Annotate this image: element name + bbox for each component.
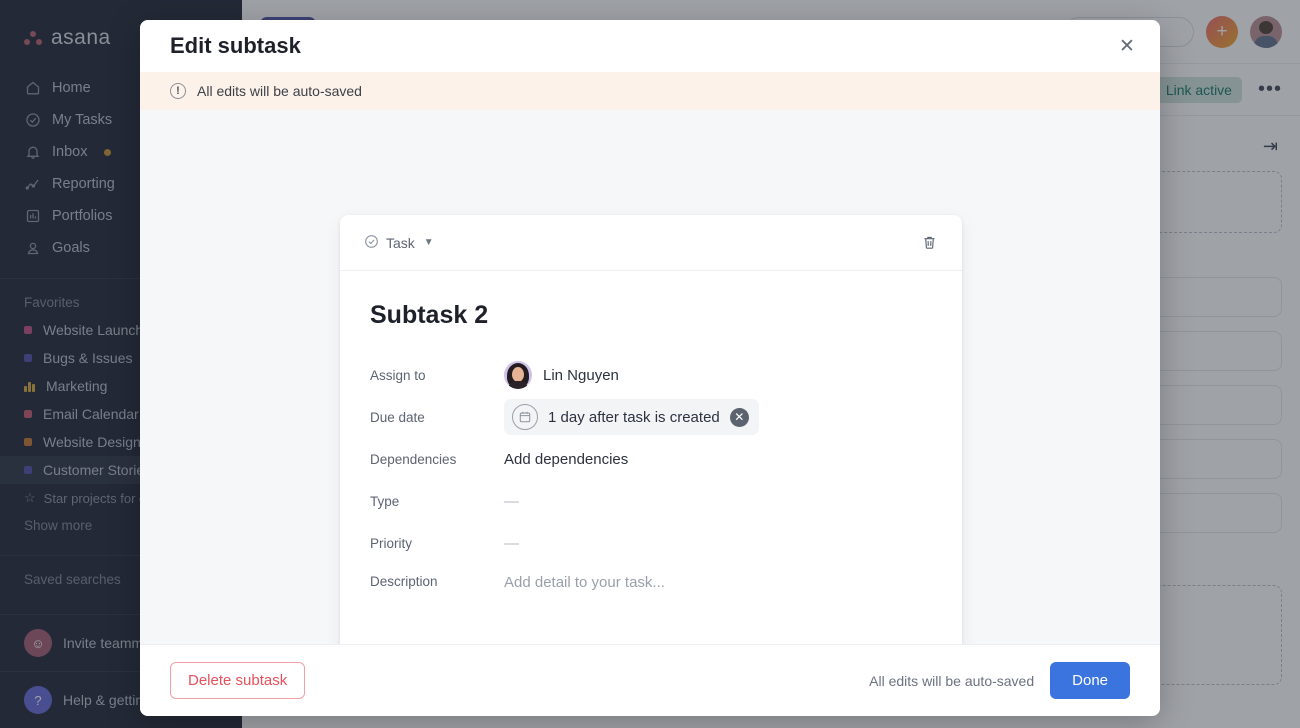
edit-subtask-modal: Edit subtask ✕ ! All edits will be auto-… [140,20,1160,716]
delete-subtask-button[interactable]: Delete subtask [170,662,306,699]
calendar-icon [512,404,538,430]
screen-root: + Link active ••• ⇥ + Add template Newsl… [0,0,1300,728]
modal-body: Task ▼ Subtask 2 Assign to Lin Nguyen Du… [140,110,1160,644]
dependencies-value[interactable]: Add dependencies [504,451,628,468]
avatar [504,361,532,389]
autosave-banner-text: All edits will be auto-saved [197,83,362,99]
modal-footer: Delete subtask All edits will be auto-sa… [140,644,1160,716]
trash-icon[interactable] [921,234,938,251]
task-card-content: Subtask 2 Assign to Lin Nguyen Due date … [340,271,962,644]
assignee-name: Lin Nguyen [543,366,619,384]
assignee-value[interactable]: Lin Nguyen [504,361,619,389]
modal-title: Edit subtask [170,33,301,58]
due-date-text: 1 day after task is created [548,408,720,426]
field-label: Dependencies [370,451,457,467]
priority-value[interactable]: — [504,535,519,552]
task-title[interactable]: Subtask 2 [370,301,932,330]
due-date-value[interactable]: 1 day after task is created ✕ [504,399,759,435]
type-value[interactable]: — [504,493,519,510]
task-detail-card: Task ▼ Subtask 2 Assign to Lin Nguyen Du… [340,215,962,644]
field-type: Type — [370,480,932,522]
chevron-down-icon: ▼ [423,237,434,248]
field-label: Description [370,574,438,589]
task-type-label: Task [386,234,415,251]
field-due-date: Due date 1 day after task is created ✕ [370,396,932,438]
field-dependencies: Dependencies Add dependencies [370,438,932,480]
footer-right-group: All edits will be auto-saved Done [869,662,1130,699]
field-description: Description Add detail to your task... [370,564,932,644]
clear-icon[interactable]: ✕ [729,407,749,427]
field-label: Type [370,493,400,509]
field-label: Assign to [370,367,426,383]
close-icon[interactable]: ✕ [1110,29,1144,63]
field-label: Priority [370,535,413,551]
task-card-header: Task ▼ [340,215,962,271]
field-label: Due date [370,409,425,425]
done-button[interactable]: Done [1050,662,1130,699]
field-priority: Priority — [370,522,932,564]
info-icon: ! [170,83,186,99]
autosave-note: All edits will be auto-saved [869,672,1035,689]
task-type-selector[interactable]: Task ▼ [364,234,434,252]
description-input[interactable]: Add detail to your task... [504,574,665,591]
modal-header: Edit subtask ✕ [140,20,1160,72]
autosave-banner: ! All edits will be auto-saved [140,72,1160,110]
due-date-pill[interactable]: 1 day after task is created ✕ [504,399,759,435]
field-assign-to: Assign to Lin Nguyen [370,354,932,396]
check-circle-icon [364,234,379,252]
